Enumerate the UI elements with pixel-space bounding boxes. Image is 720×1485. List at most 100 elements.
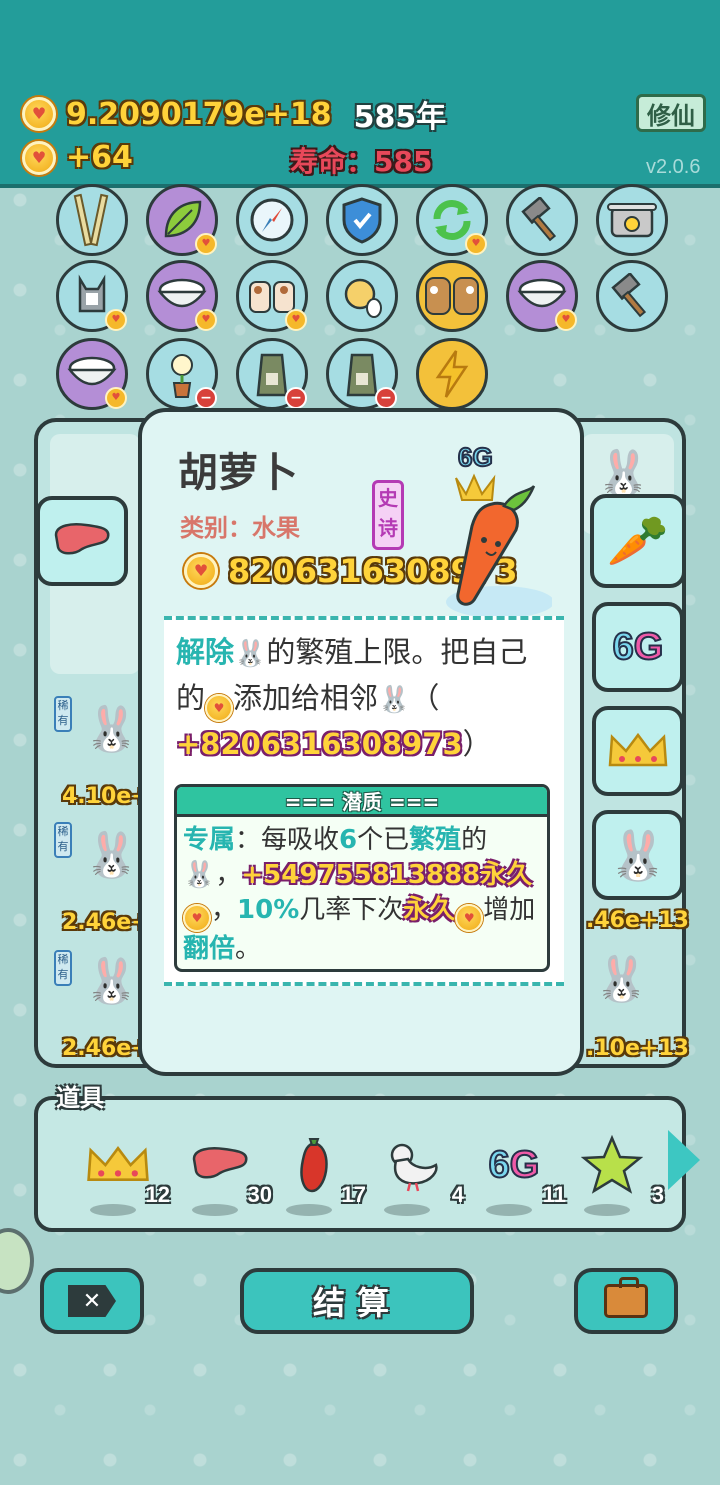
- prop-shadow: [486, 1204, 532, 1216]
- rabbit-value: 2.46e+: [62, 1036, 150, 1061]
- compass-icon[interactable]: [236, 184, 308, 256]
- hammer-icon[interactable]: [506, 184, 578, 256]
- item-detail-popup: 胡萝卜 类别：水果 史诗 ♥ 8206316308973 6G 解除🐰的繁殖上限…: [138, 408, 584, 1076]
- carrot-tile[interactable]: 🥕: [590, 494, 686, 588]
- prop-count: 3: [651, 1182, 664, 1207]
- rare-tag: 稀有: [54, 822, 72, 858]
- star-icon: [572, 1130, 652, 1200]
- seed-bag-icon[interactable]: −: [326, 338, 398, 410]
- owls-icon[interactable]: [416, 260, 488, 332]
- prop-count: 30: [247, 1182, 272, 1207]
- crown-icon: [608, 732, 668, 767]
- item-title: 胡萝卜: [178, 450, 298, 496]
- potential-box: === 潜质 === 专属：每吸收6个已繁殖的🐰，+549755813888永久…: [174, 784, 550, 972]
- prop-chili[interactable]: 17: [274, 1130, 366, 1216]
- heart-badge-icon: ♥: [195, 233, 217, 255]
- prop-dove[interactable]: 4: [372, 1130, 464, 1216]
- suitcase-icon: [604, 1277, 648, 1318]
- heart-badge-icon: ♥: [105, 387, 127, 409]
- prop-count: 4: [451, 1182, 464, 1207]
- settle-label: 结算: [312, 1284, 401, 1322]
- potential-header: === 潜质 ===: [177, 787, 547, 817]
- item-category: 类别：水果: [180, 514, 300, 542]
- rabbit-tile[interactable]: 🐰: [592, 810, 684, 900]
- rice-bowl-icon[interactable]: ♥: [506, 260, 578, 332]
- prop-shadow: [192, 1204, 238, 1216]
- cultivate-button[interactable]: 修仙: [636, 94, 706, 132]
- liver-tile[interactable]: [36, 496, 128, 586]
- close-icon: ✕: [68, 1285, 116, 1317]
- flower-pot-icon[interactable]: −: [146, 338, 218, 410]
- coin-icon: ♥: [22, 97, 56, 131]
- heart-badge-icon: ♥: [105, 309, 127, 331]
- level-tag: 6G: [457, 441, 494, 473]
- income-value: +64: [66, 140, 133, 175]
- heart-badge-icon: ♥: [555, 309, 577, 331]
- description-box: 解除🐰的繁殖上限。把自己的 ♥ 添加给相邻🐰（ +8206316308973） ==…: [164, 616, 564, 986]
- coin-icon: ♥: [205, 694, 234, 722]
- 6g-tile[interactable]: 6G: [592, 602, 684, 692]
- rabbit-icon[interactable]: 🐰: [596, 452, 651, 496]
- husky-dog-icon[interactable]: ♥: [56, 260, 128, 332]
- rabbit-icon: 🐰: [183, 860, 216, 890]
- rabbit-value: .10e+13: [586, 1036, 689, 1061]
- scroll-right-arrow-icon[interactable]: [668, 1130, 700, 1190]
- lightning-icon[interactable]: [416, 338, 488, 410]
- prop-count: 11: [542, 1182, 566, 1207]
- close-button[interactable]: ✕: [40, 1268, 144, 1334]
- prop-shadow: [90, 1204, 136, 1216]
- prop-count: 12: [145, 1182, 170, 1207]
- cooking-pot-icon[interactable]: [596, 184, 668, 256]
- rare-tag: 稀有: [54, 950, 72, 986]
- rabbit-icon[interactable]: 🐰: [84, 960, 139, 1004]
- prop-star[interactable]: 3: [572, 1130, 664, 1216]
- dove-icon: [372, 1130, 452, 1200]
- rabbit-value: 4.10e+: [62, 784, 150, 809]
- seed-bag-icon[interactable]: −: [236, 338, 308, 410]
- minus-badge-icon: −: [285, 387, 307, 409]
- shield-icon[interactable]: [326, 184, 398, 256]
- liver-icon: [54, 523, 110, 555]
- rabbit-icon: 🐰: [608, 827, 668, 884]
- prop-shadow: [384, 1204, 430, 1216]
- leaf-icon[interactable]: ♥: [146, 184, 218, 256]
- income-row: ♥ +64: [22, 140, 133, 175]
- suitcase-button[interactable]: [574, 1268, 678, 1334]
- 6g-icon: 6G: [612, 625, 665, 669]
- rice-bowl-icon[interactable]: ♥: [146, 260, 218, 332]
- crown-tile[interactable]: [592, 706, 684, 796]
- money-row: ♥ 9.2090179e+18 585年: [22, 92, 446, 136]
- lifespan-label: 寿命：585: [290, 145, 433, 178]
- cows-icon[interactable]: ♥: [236, 260, 308, 332]
- rabbit-icon[interactable]: 🐰: [84, 834, 139, 878]
- rice-bowl-icon[interactable]: ♥: [56, 338, 128, 410]
- heart-badge-icon: ♥: [195, 309, 217, 331]
- carrot-image: 6G: [422, 441, 552, 618]
- prop-crown[interactable]: 12: [78, 1130, 170, 1216]
- carrot-icon: 🥕: [606, 511, 670, 570]
- prop-count: 17: [341, 1182, 366, 1207]
- rabbit-icon: 🐰: [378, 685, 411, 715]
- rabbit-icon[interactable]: 🐰: [84, 708, 139, 752]
- potential-text: 专属：每吸收6个已繁殖的🐰，+549755813888永久♥ ，10%几率下次永久…: [183, 825, 536, 964]
- settle-button[interactable]: 结算: [240, 1268, 474, 1334]
- rabbit-value: .46e+13: [586, 908, 689, 933]
- chopsticks-icon[interactable]: [56, 184, 128, 256]
- prop-liver[interactable]: 30: [180, 1130, 272, 1216]
- version-label: v2.0.6: [646, 156, 701, 178]
- props-bar: 12 30 17 4 6G 11 3: [34, 1096, 686, 1232]
- hammer-icon[interactable]: [596, 260, 668, 332]
- refresh-icon[interactable]: ♥: [416, 184, 488, 256]
- rabbit-icon: 🐰: [234, 639, 267, 669]
- rarity-badge: 史诗: [372, 480, 404, 550]
- minus-badge-icon: −: [195, 387, 217, 409]
- prop-6g[interactable]: 6G 11: [474, 1130, 566, 1216]
- coin-icon: ♥: [184, 554, 218, 588]
- heart-badge-icon: ♥: [285, 309, 307, 331]
- chick-egg-icon[interactable]: [326, 260, 398, 332]
- rabbit-icon[interactable]: 🐰: [594, 958, 649, 1002]
- heart-badge-icon: ♥: [465, 233, 487, 255]
- rare-tag: 稀有: [54, 696, 72, 732]
- money-value: 9.2090179e+18: [66, 96, 332, 132]
- prop-shadow: [286, 1204, 332, 1216]
